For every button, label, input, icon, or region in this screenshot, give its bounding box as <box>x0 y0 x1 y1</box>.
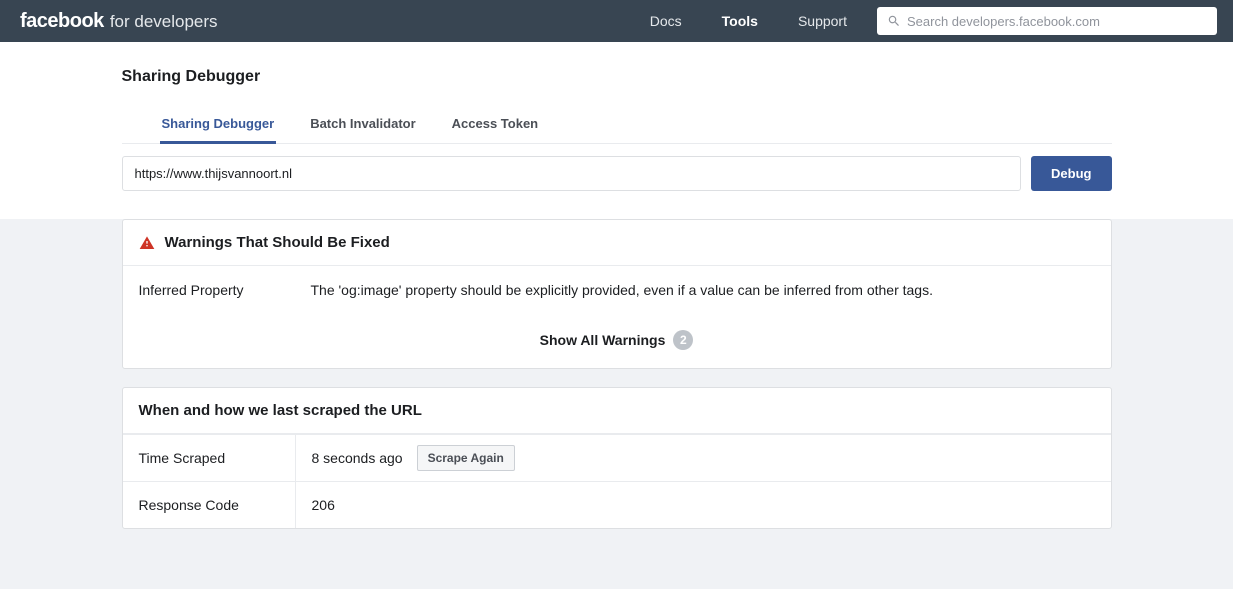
brand-subtitle: for developers <box>110 12 218 32</box>
brand-logo-text: facebook <box>20 10 104 33</box>
show-all-warnings[interactable]: Show All Warnings 2 <box>123 314 1111 368</box>
tab-sharing-debugger[interactable]: Sharing Debugger <box>162 106 275 143</box>
url-input[interactable] <box>122 156 1022 191</box>
url-row: Debug <box>122 156 1112 191</box>
warnings-card: Warnings That Should Be Fixed Inferred P… <box>122 219 1112 369</box>
time-scraped-value: 8 seconds ago <box>312 450 403 466</box>
warnings-header-text: Warnings That Should Be Fixed <box>165 234 390 251</box>
page-title: Sharing Debugger <box>122 68 1112 86</box>
scrape-header: When and how we last scraped the URL <box>123 388 1111 434</box>
scrape-again-button[interactable]: Scrape Again <box>417 445 515 471</box>
warnings-count-badge: 2 <box>673 330 693 350</box>
time-scraped-label: Time Scraped <box>123 436 295 480</box>
warning-icon <box>139 235 155 251</box>
warning-row-value: The 'og:image' property should be explic… <box>311 282 1095 298</box>
time-scraped-row: Time Scraped 8 seconds ago Scrape Again <box>123 434 1111 481</box>
response-code-label: Response Code <box>123 483 295 527</box>
nav-docs[interactable]: Docs <box>650 13 682 29</box>
response-code-row: Response Code 206 <box>123 481 1111 528</box>
nav-support[interactable]: Support <box>798 13 847 29</box>
debug-button[interactable]: Debug <box>1031 156 1111 191</box>
tab-access-token[interactable]: Access Token <box>452 106 538 143</box>
nav-links: Docs Tools Support <box>650 13 847 29</box>
top-navbar: facebook for developers Docs Tools Suppo… <box>0 0 1233 42</box>
search-icon <box>887 14 901 28</box>
search-wrap <box>877 7 1217 35</box>
scrape-card: When and how we last scraped the URL Tim… <box>122 387 1112 529</box>
results-area: Warnings That Should Be Fixed Inferred P… <box>0 219 1233 589</box>
warning-row: Inferred Property The 'og:image' propert… <box>123 266 1111 314</box>
response-code-value: 206 <box>312 497 335 513</box>
tab-batch-invalidator[interactable]: Batch Invalidator <box>310 106 415 143</box>
show-all-warnings-label: Show All Warnings <box>540 332 666 348</box>
nav-tools[interactable]: Tools <box>722 13 758 29</box>
search-input[interactable] <box>877 7 1217 35</box>
warning-row-label: Inferred Property <box>139 282 311 298</box>
page-container: Sharing Debugger Sharing Debugger Batch … <box>122 42 1112 191</box>
tabs: Sharing Debugger Batch Invalidator Acces… <box>122 106 1112 144</box>
warnings-header: Warnings That Should Be Fixed <box>123 220 1111 266</box>
brand[interactable]: facebook for developers <box>20 10 218 33</box>
